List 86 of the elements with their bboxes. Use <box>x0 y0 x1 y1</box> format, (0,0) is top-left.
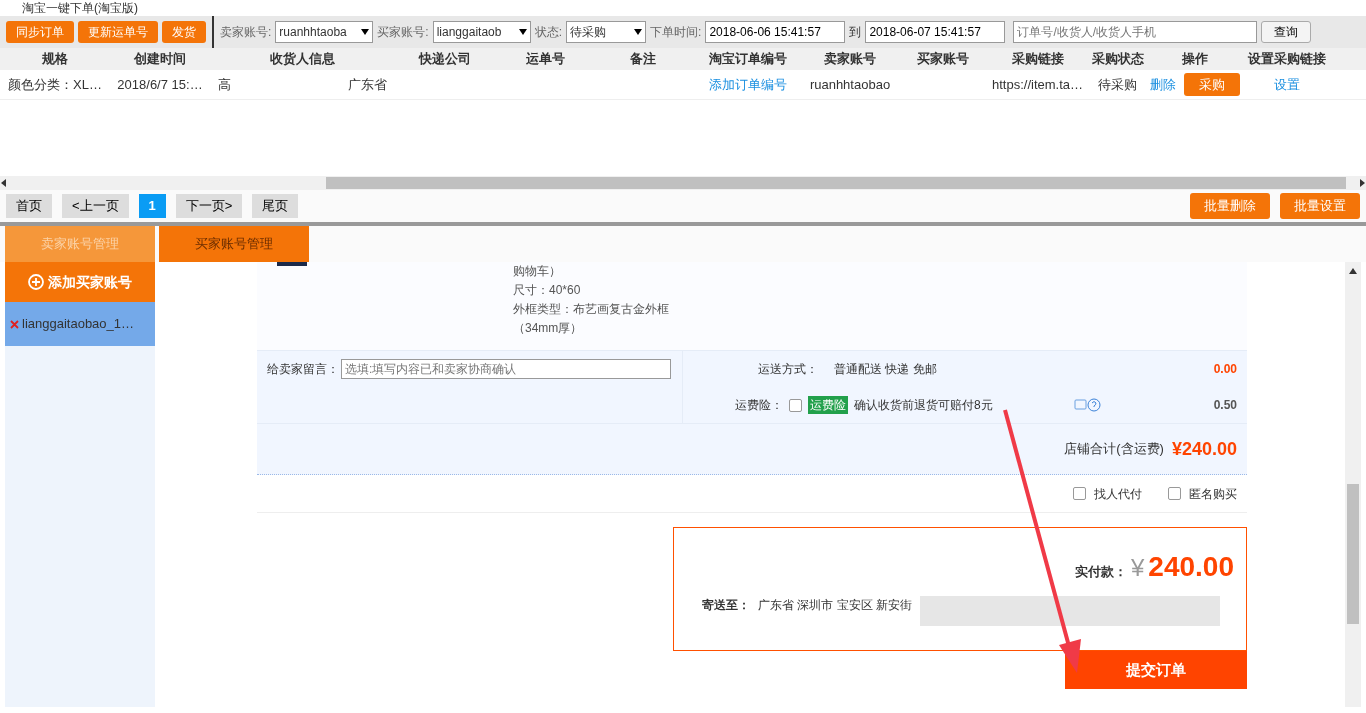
sync-orders-button[interactable]: 同步订单 <box>6 21 74 43</box>
page-button[interactable]: <上一页 <box>62 194 129 218</box>
dropdown-icon <box>634 29 643 35</box>
filter-dropdown[interactable]: lianggaitaob <box>432 21 531 43</box>
date-separator: 到 <box>849 24 862 41</box>
insurance-label: 运费险： <box>735 397 783 414</box>
date-label: 下单时间: <box>650 24 702 41</box>
query-button[interactable]: 查询 <box>1261 21 1312 43</box>
page-button[interactable]: 1 <box>138 194 166 218</box>
column-header: 买家账号 <box>915 50 970 68</box>
filter-label: 卖家账号: <box>220 24 272 41</box>
ship-to-label: 寄送至： <box>702 597 750 614</box>
account-item[interactable]: lianggaitaobao_1… <box>5 302 155 346</box>
column-header: 卖家账号 <box>823 50 877 68</box>
column-header: 快递公司 <box>417 50 472 68</box>
table-cell-text: 2018/6/7 15:… <box>116 75 204 94</box>
settings-link[interactable]: 设置 <box>1240 74 1333 95</box>
page-button[interactable]: 下一页> <box>175 194 243 218</box>
update-tracking-button[interactable]: 更新运单号 <box>78 21 158 43</box>
detail-text: 外框类型：布艺画复古金外框（34mm厚） <box>513 301 670 337</box>
insurance-tag: 运费险 <box>808 396 848 414</box>
filter-dropdown[interactable]: 待采购 <box>566 21 647 43</box>
purchase-button[interactable]: 采购 <box>1184 72 1240 97</box>
submit-order-button[interactable]: 提交订单 <box>1065 651 1247 689</box>
table-cell-text: 广东省 <box>348 75 387 94</box>
column-header: 收货人信息 <box>269 50 336 68</box>
insurance-checkbox[interactable] <box>789 398 802 412</box>
option-label: 找人代付 <box>1094 485 1142 503</box>
insurance-price: 0.50 <box>1213 397 1237 414</box>
add-order-number-link[interactable]: 添加订单编号 <box>690 74 805 95</box>
table-cell-text: 待采购 <box>1097 75 1138 94</box>
scroll-up-icon <box>1349 268 1357 274</box>
column-header: 淘宝订单编号 <box>707 50 788 68</box>
detail-text: 尺寸：40*60 <box>513 282 582 299</box>
column-header: 备注 <box>628 50 657 68</box>
column-header: 采购状态 <box>1090 50 1145 68</box>
store-total-amount: ¥240.00 <box>1171 437 1237 461</box>
pay-label: 实付款： <box>1075 563 1127 581</box>
add-buyer-account-button[interactable]: 添加买家账号 <box>5 262 155 302</box>
page-button[interactable]: 尾页 <box>252 194 299 218</box>
table-cell-text: 高 <box>218 75 231 94</box>
dropdown-icon <box>518 29 527 35</box>
shipping-price: 0.00 <box>1213 361 1237 378</box>
detail-text: 购物车） <box>513 263 562 280</box>
option-checkbox[interactable] <box>1073 487 1086 500</box>
close-icon <box>10 319 19 329</box>
scroll-right-icon <box>1358 179 1366 187</box>
option-checkbox[interactable] <box>1168 487 1181 500</box>
dropdown-icon <box>361 29 370 35</box>
filter-dropdown[interactable]: ruanhhtaoba <box>275 21 374 43</box>
date-to-field[interactable]: 2018-06-07 15:41:57 <box>865 21 1006 43</box>
column-header: 创建时间 <box>133 50 187 68</box>
column-header: 采购链接 <box>1010 50 1065 68</box>
shipping-address: 广东省 深圳市 宝安区 新安街 <box>758 597 912 614</box>
scroll-left-icon <box>0 179 8 187</box>
message-field[interactable]: 选填:填写内容已和卖家协商确认 <box>341 359 671 379</box>
tab[interactable]: 买家账号管理 <box>159 226 309 262</box>
ship-button[interactable]: 发货 <box>162 21 206 43</box>
product-image <box>277 262 307 266</box>
message-label: 给卖家留言： <box>267 361 339 378</box>
batch-settings-button[interactable]: 批量设置 <box>1280 193 1360 219</box>
search-field[interactable]: 订单号/收货人/收货人手机 <box>1013 21 1258 43</box>
table-cell-text: 颜色分类：XL… <box>7 75 103 94</box>
table-cell-text: https://item.ta… <box>990 75 1084 94</box>
delete-link[interactable]: 删除 <box>1150 74 1176 95</box>
plus-circle-icon <box>28 274 44 290</box>
store-total-label: 店铺合计(含运费) <box>1064 440 1164 459</box>
page-button[interactable]: 首页 <box>6 194 52 218</box>
help-icon <box>1073 398 1102 412</box>
scrollbar-thumb[interactable] <box>1347 484 1359 624</box>
currency-symbol: ¥ <box>1131 553 1145 583</box>
pay-amount: 240.00 <box>1148 550 1234 584</box>
insurance-text: 确认收货前退货可赔付8元 <box>854 397 993 414</box>
column-header: 规格 <box>41 50 69 68</box>
filter-label: 状态: <box>534 24 563 41</box>
batch-delete-button[interactable]: 批量删除 <box>1190 193 1270 219</box>
scrollbar-thumb[interactable] <box>326 177 1346 189</box>
column-header: 操作 <box>1181 50 1209 68</box>
table-cell-text: ruanhhtaobao <box>808 75 892 94</box>
filter-label: 买家账号: <box>377 24 429 41</box>
option-label: 匿名购买 <box>1189 485 1237 503</box>
shipping-label: 运送方式： <box>758 361 818 378</box>
date-from-field[interactable]: 2018-06-06 15:41:57 <box>705 21 846 43</box>
shipping-method: 普通配送 快递 免邮 <box>834 361 937 378</box>
column-header: 运单号 <box>524 50 566 68</box>
column-header: 设置采购链接 <box>1246 50 1327 68</box>
